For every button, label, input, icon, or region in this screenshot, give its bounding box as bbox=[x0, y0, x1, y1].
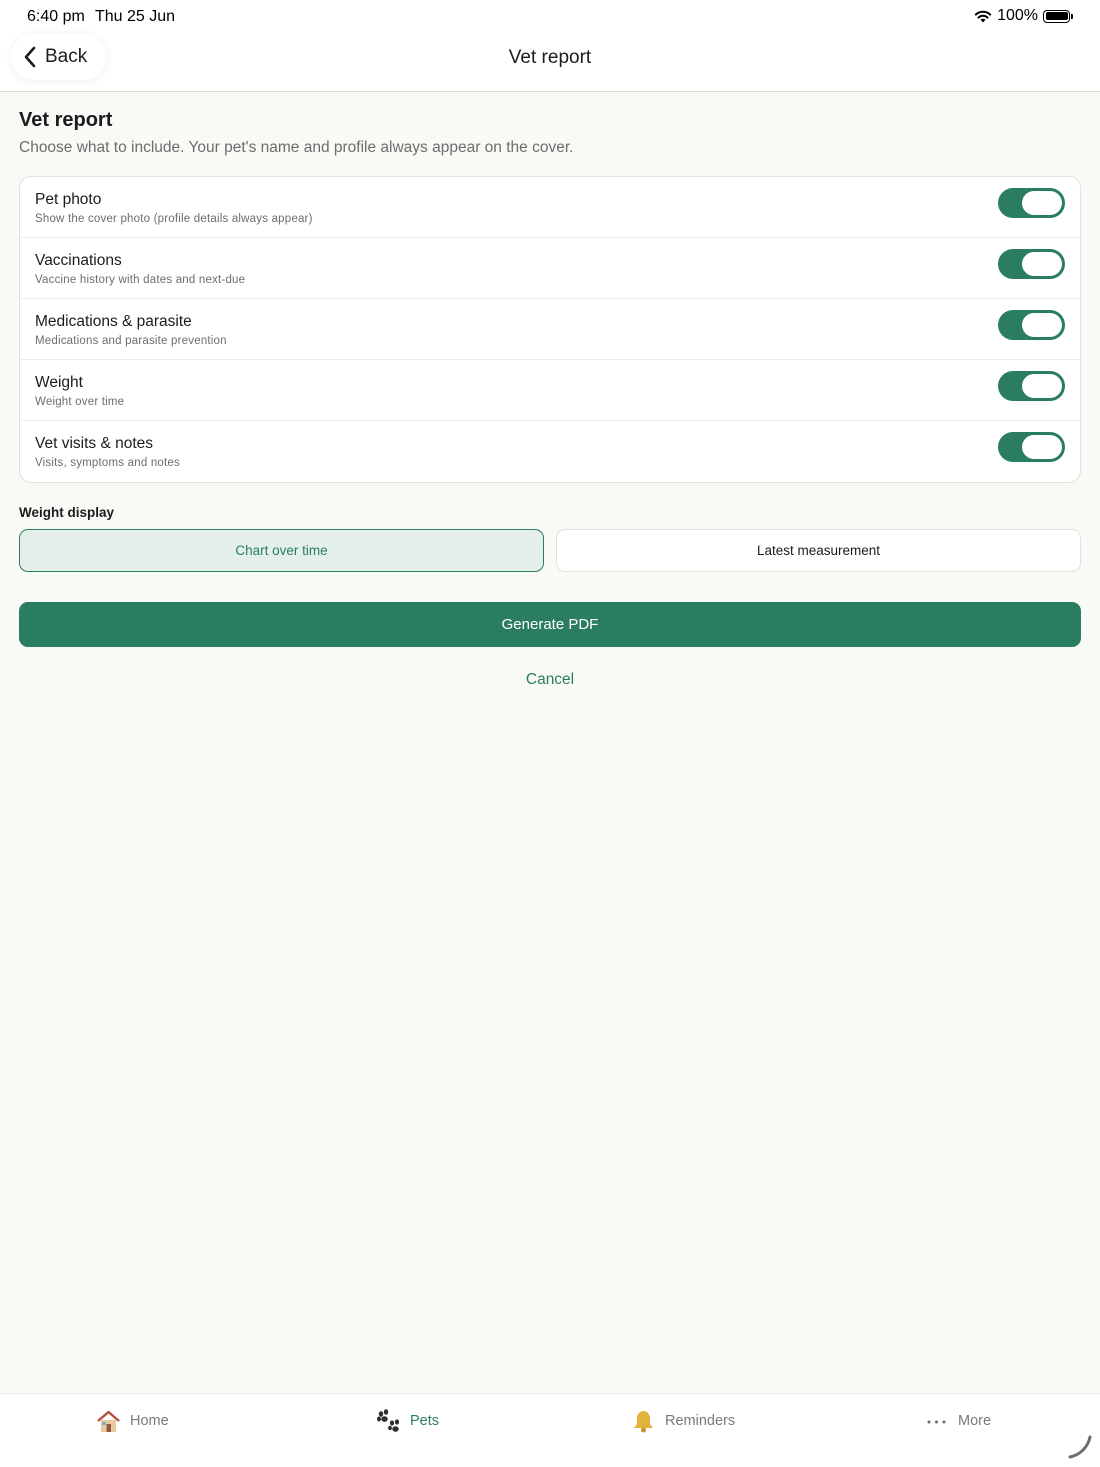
tab-label: Reminders bbox=[665, 1413, 736, 1429]
paw-icon bbox=[376, 1408, 401, 1434]
option-vet-visits: Vet visits & notes Visits, symptoms and … bbox=[20, 421, 1080, 482]
wifi-icon bbox=[974, 10, 992, 23]
vet-visits-toggle[interactable] bbox=[998, 432, 1065, 462]
medications-toggle[interactable] bbox=[998, 310, 1065, 340]
pencil-indicator-icon bbox=[1068, 1435, 1092, 1459]
nav-bar: Back Vet report bbox=[0, 34, 1100, 92]
house-icon bbox=[96, 1409, 121, 1434]
pet-photo-toggle[interactable] bbox=[998, 188, 1065, 218]
option-title: Weight bbox=[35, 374, 83, 391]
vaccinations-toggle[interactable] bbox=[998, 249, 1065, 279]
status-date: Thu 25 Jun bbox=[95, 8, 176, 25]
page-title: Vet report bbox=[19, 109, 113, 131]
generate-pdf-button[interactable]: Generate PDF bbox=[19, 602, 1081, 647]
option-medications: Medications & parasite Medications and p… bbox=[20, 299, 1080, 360]
option-title: Medications & parasite bbox=[35, 313, 192, 330]
option-description: Show the cover photo (profile details al… bbox=[35, 213, 313, 225]
status-time: 6:40 pm bbox=[27, 8, 85, 25]
nav-title: Vet report bbox=[508, 47, 592, 68]
main-content: Vet report Choose what to include. Your … bbox=[19, 92, 1081, 689]
option-description: Visits, symptoms and notes bbox=[35, 457, 180, 469]
tab-label: More bbox=[958, 1413, 992, 1429]
weight-display-label: Weight display bbox=[19, 505, 115, 520]
bell-icon bbox=[631, 1409, 656, 1434]
status-bar: 6:40 pm Thu 25 Jun 100% bbox=[0, 0, 1100, 34]
more-icon bbox=[924, 1409, 949, 1434]
option-vaccinations: Vaccinations Vaccine history with dates … bbox=[20, 238, 1080, 299]
battery-percent: 100% bbox=[997, 7, 1038, 24]
weight-toggle[interactable] bbox=[998, 371, 1065, 401]
option-pet-photo: Pet photo Show the cover photo (profile … bbox=[20, 177, 1080, 238]
cancel-button[interactable]: Cancel bbox=[19, 671, 1081, 689]
report-options-card: Pet photo Show the cover photo (profile … bbox=[19, 176, 1081, 483]
tab-label: Home bbox=[130, 1413, 169, 1429]
tab-more[interactable]: More bbox=[924, 1408, 991, 1434]
option-description: Medications and parasite prevention bbox=[35, 335, 227, 347]
tab-label: Pets bbox=[410, 1413, 440, 1429]
option-description: Vaccine history with dates and next-due bbox=[35, 274, 246, 286]
tab-pets[interactable]: Pets bbox=[376, 1408, 439, 1434]
segment-latest-measurement[interactable]: Latest measurement bbox=[556, 529, 1081, 572]
option-weight: Weight Weight over time bbox=[20, 360, 1080, 421]
battery-icon bbox=[1043, 9, 1073, 23]
tab-home[interactable]: Home bbox=[96, 1408, 169, 1434]
option-description: Weight over time bbox=[35, 396, 125, 408]
status-right: 100% bbox=[974, 7, 1073, 25]
weight-display-selector: Chart over time Latest measurement bbox=[19, 529, 1081, 572]
option-title: Vet visits & notes bbox=[35, 435, 154, 452]
page-subtitle: Choose what to include. Your pet's name … bbox=[19, 139, 574, 156]
option-title: Pet photo bbox=[35, 191, 102, 208]
segment-chart-over-time[interactable]: Chart over time bbox=[19, 529, 544, 572]
tab-reminders[interactable]: Reminders bbox=[631, 1408, 735, 1434]
option-title: Vaccinations bbox=[35, 252, 122, 269]
tab-bar: Home Pets Reminders More bbox=[0, 1393, 1100, 1467]
